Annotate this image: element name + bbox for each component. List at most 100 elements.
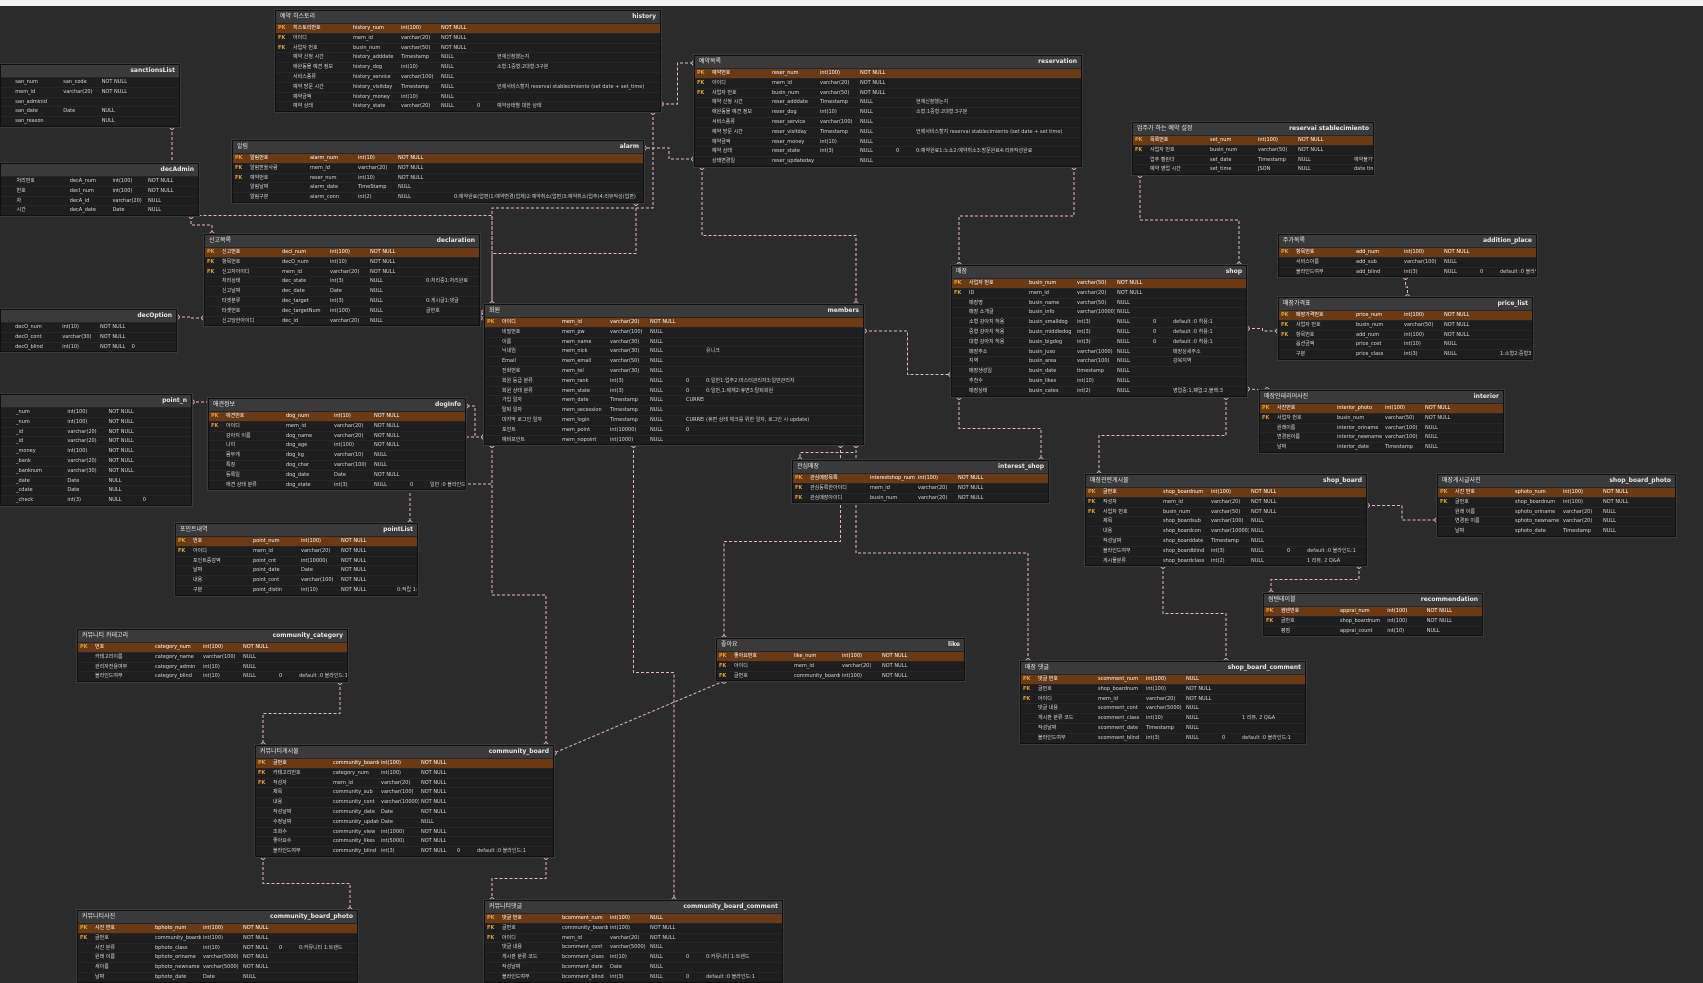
table-row[interactable]: _num int(100) NOT NULL	[1, 407, 191, 417]
table-row[interactable]: 마지막 로그인 일자 mem_login Timestamp NULL CURRENT_…	[485, 414, 863, 425]
table-header[interactable]: decAdmin	[1, 164, 198, 176]
table-row[interactable]: 작성날짜 shop_boarddate Timestamp NULL	[1086, 535, 1366, 546]
table-row[interactable]: decO_cont varchar(30) NOT NULL	[1, 331, 176, 342]
table-row[interactable]: 예약 영업 시간 set_time JSON NULL date time 분류	[1133, 164, 1373, 174]
table-row[interactable]: PK 사업자 번호 busin_num varchar(50) NOT NULL	[952, 278, 1246, 288]
table-row[interactable]: FK ID mem_id varchar(20) NOT NULL	[952, 287, 1246, 298]
table-row[interactable]: PK 알림번호 alarm_num int(10) NOT NULL	[233, 153, 643, 163]
table-row[interactable]: san_adminid	[1, 96, 179, 107]
table-row[interactable]: FK 사업자 번호 busin_num varchar(50) NOT NULL	[1260, 412, 1503, 423]
table-header[interactable]: 예약 히스토리 history	[276, 11, 660, 23]
table-header[interactable]: 포인트내역 pointList	[176, 524, 417, 536]
table-row[interactable]: 회원 등급 분류 mem_rank int(3) NULL 0 0:일반1:업주2:마스터…	[485, 375, 863, 386]
table-row[interactable]: 애완동물 예견 정보 reser_dog int(10) NULL 소형:1중형:2대형…	[695, 107, 1081, 117]
table-row[interactable]: FK 사업자 번호 busin_num varchar(50) NOT NULL	[276, 42, 660, 53]
table-header[interactable]: 주가목록 addition_place	[1279, 235, 1536, 247]
table-row[interactable]: 소형 강아지 허용 busin_smalldog int(3) NULL 0 defaul…	[952, 317, 1246, 327]
table-row[interactable]: FK 신고자아이디 mem_id varchar(20) NOT NULL	[205, 266, 479, 277]
table-row[interactable]: 서비스종류 history_service varchar(100) NULL	[276, 71, 660, 82]
table-community_category[interactable]: 커뮤니티 카테고리 community_category PK 번호 category_…	[77, 629, 348, 683]
table-shop_board_photo[interactable]: 매장게시글사진 shop_board_photo PK 사진 번호 sphoto_num…	[1437, 474, 1676, 537]
table-row[interactable]: FK 아이디 mem_id varchar(20) NOT NULL	[717, 660, 964, 671]
table-row[interactable]: _banknum varchar(30) NOT NULL	[1, 465, 191, 476]
table-decAdmin[interactable]: decAdmin 처리번호 decA_num int(100) NOT NULL 번호 de…	[0, 163, 199, 217]
table-pointList[interactable]: 포인트내역 pointList PK 번호 point_num int(100) NOT N…	[175, 523, 418, 596]
table-point_n[interactable]: point_n _num int(100) NOT NULL _num int(100) N…	[0, 394, 192, 506]
table-row[interactable]: FK 관심등록한아이디 mem_id varchar(20) NOT NULL	[793, 482, 1048, 493]
table-header[interactable]: 좋아요 like	[717, 639, 964, 651]
table-row[interactable]: 구분 price_class int(3) NULL 1:소형2:중형3:대형	[1279, 349, 1532, 359]
table-row[interactable]: 알림구분 alarm_conn int(2) NULL 0:예약완료(업편)1:예약변경…	[233, 192, 643, 202]
table-row[interactable]: FK 사업자 번호 busin_num varchar(50) NOT NULL	[1133, 144, 1373, 155]
table-row[interactable]: FK 항목번호 decO_num int(10) NOT NULL	[205, 256, 479, 267]
table-row[interactable]: FK 사업자 번호 busin_num varchar(50) NOT NULL	[1086, 506, 1366, 517]
table-row[interactable]: FK 아이디 mem_id varchar(20) NOT NULL	[209, 420, 465, 431]
table-community_board_photo[interactable]: 커뮤니티사진 community_board_photo PK 사진 번호 bphoto…	[77, 910, 358, 983]
table-header[interactable]: point_n	[1, 395, 191, 407]
table-row[interactable]: PK 예약번호 reser_num int(100) NOT NULL	[695, 68, 1081, 78]
table-row[interactable]: PK 애견번호 dog_num int(10) NOT NULL	[209, 411, 465, 421]
table-header[interactable]: 예약목록 reservation	[695, 56, 1081, 68]
table-row[interactable]: 게시판 분류 코드 scomment_class int(10) NULL 1 리뷰, …	[1021, 713, 1305, 723]
table-row[interactable]: 알림날짜 alarm_date TimeStamp NULL	[233, 182, 643, 192]
table-header[interactable]: 썸텐테이블 recommendation	[1264, 594, 1482, 606]
table-shop_board[interactable]: 매장관련게시물 shop_board PK 글번호 shop_boardnum int(1…	[1085, 474, 1367, 567]
table-row[interactable]: 자 decA_id varchar(20) NULL	[1, 195, 198, 206]
table-row[interactable]: FK 알림받을사람 mem_id varchar(20) NOT NULL	[233, 162, 643, 173]
table-header[interactable]: 신고목록 declaration	[205, 235, 479, 247]
table-row[interactable]: 제목 community_sub varchar(100) NOT NULL	[256, 787, 553, 797]
table-row[interactable]: 사진 분류 bphoto_class int(10) NOT NULL 0 0:커뮤니티 …	[78, 942, 357, 953]
table-row[interactable]: decO_num int(10) NOT NULL	[1, 322, 176, 332]
table-row[interactable]: 예약금액 history_money int(10) NULL	[276, 91, 660, 102]
table-row[interactable]: _id varchar(20) NOT NULL	[1, 426, 191, 437]
table-header[interactable]: 커뮤니티사진 community_board_photo	[78, 911, 357, 923]
table-row[interactable]: 댓글 내용 scomment_cont varchar(5000) NULL	[1021, 703, 1305, 713]
table-row[interactable]: 블라인드여부 scomment_blind int(3) NULL 0 default :…	[1021, 732, 1305, 743]
table-row[interactable]: PK 번호 point_num int(100) NOT NULL	[176, 536, 417, 546]
table-row[interactable]: 댓글 내용 bcomment_cont varchar(5000) NULL	[485, 942, 782, 952]
table-row[interactable]: PK 항목번호 add_num int(100) NOT NULL	[1279, 247, 1536, 257]
table-header[interactable]: 업주가 하는 예약 설정 reservai stablecimiento	[1133, 123, 1373, 135]
table-row[interactable]: 번호 decl_num int(100) NOT NULL	[1, 185, 198, 196]
table-row[interactable]: FK 작성자 mem_id varchar(20) NOT NULL	[256, 777, 553, 788]
table-community_board[interactable]: 커뮤니티게시물 community_board PK 글번호 community_boa…	[255, 745, 554, 857]
table-decOption[interactable]: decOption decO_num int(10) NOT NULL decO_con…	[0, 309, 177, 353]
table-interest_shop[interactable]: 관심매장 interest_shop PK 관심매장목록 interestshop_nu…	[792, 460, 1049, 504]
table-row[interactable]: _money int(100) NOT NULL	[1, 446, 191, 456]
table-row[interactable]: 상태변경일 reser_updateday NULL	[695, 156, 1081, 166]
table-row[interactable]: PK 댓글 번호 scomment_num int(100) NULL	[1021, 674, 1305, 684]
table-row[interactable]: 제목 shop_boardsub varchar(100) NULL	[1086, 516, 1366, 526]
table-community_board_comment[interactable]: 커뮤니티댓글 community_board_comment PK 댓글 번호 bcom…	[484, 900, 783, 983]
table-row[interactable]: 나이 dog_age int(100) NOT NULL	[209, 440, 465, 450]
table-row[interactable]: 원래이름 interior_oriname varchar(100) NULL	[1260, 422, 1503, 433]
table-row[interactable]: FK 글번호 community_boardnumint(100) NOT NULL	[485, 922, 782, 933]
table-history[interactable]: 예약 히스토리 history PK 히스토리번호 history_num int(100…	[275, 10, 661, 113]
table-row[interactable]: 비밀번호 mem_pw varchar(100) NULL	[485, 326, 863, 337]
table-row[interactable]: FK 예약번호 reser_num int(10) NOT NULL	[233, 172, 643, 183]
table-header[interactable]: 관심매장 interest_shop	[793, 461, 1048, 473]
table-row[interactable]: san_date Date NULL	[1, 106, 179, 116]
table-row[interactable]: FK 아이디 mem_id varchar(20) NOT NULL	[485, 932, 782, 943]
table-row[interactable]: 강아지 이름 dog_name varchar(20) NOT NULL	[209, 430, 465, 441]
table-header[interactable]: 매장 댓글 shop_board_comment	[1021, 662, 1305, 674]
table-row[interactable]: 신고당한아이디 dec_id varchar(20) NULL	[205, 315, 479, 326]
table-row[interactable]: 포인트 mem_point int(10000) NULL 0	[485, 424, 863, 435]
table-row[interactable]: 몸무게 dog_kg varchar(10) NULL	[209, 450, 465, 460]
table-row[interactable]: FK 글번호 community_boardnumint(100) NOT NULL	[78, 932, 357, 943]
table-row[interactable]: FK 글번호 shop_boardnum int(100) NOT NULL	[1021, 683, 1305, 694]
table-row[interactable]: 변경된 이름 sphoto_newname varchar(20) NULL	[1438, 516, 1675, 526]
table-row[interactable]: _check int(3) NULL 0 미처리:0,처리:1	[1, 495, 191, 505]
table-row[interactable]: FK 작성자 mem_id varchar(20) NOT NULL	[1086, 496, 1366, 507]
table-row[interactable]: PK 히스토리번호 history_num int(100) NOT NULL	[276, 23, 660, 33]
table-row[interactable]: 블라인드여부 add_blind int(3) NULL 0 default :0 블라인…	[1279, 266, 1536, 277]
table-header[interactable]: 매장게시글사진 shop_board_photo	[1438, 475, 1675, 487]
table-row[interactable]: 애완동물 예견 정보 history_dog int(10) NULL 소형:1중형:2…	[276, 62, 660, 72]
table-row[interactable]: 특징 dog_char varchar(100) NULL	[209, 459, 465, 470]
table-members[interactable]: 회원 members PK 아이디 mem_id varchar(20) NOT NULL 비…	[484, 304, 864, 446]
table-row[interactable]: 블라인드여부 community_blind int(3) NOT NULL 0 defa…	[256, 846, 553, 856]
table-row[interactable]: FK 사업자 번호 busin_num varchar(50) NOT NULL	[1279, 319, 1532, 330]
table-row[interactable]: 변경된이름 interior_newname varchar(100) NULL	[1260, 432, 1503, 442]
table-row[interactable]: 원래 이름 bphoto_oriname varchar(5000) NOT NULL	[78, 952, 357, 962]
table-row[interactable]: FK 아이디 mem_id varchar(20) NOT NULL	[1021, 693, 1305, 704]
table-row[interactable]: 내용 community_cont varchar(10000) NOT NULL	[256, 797, 553, 807]
